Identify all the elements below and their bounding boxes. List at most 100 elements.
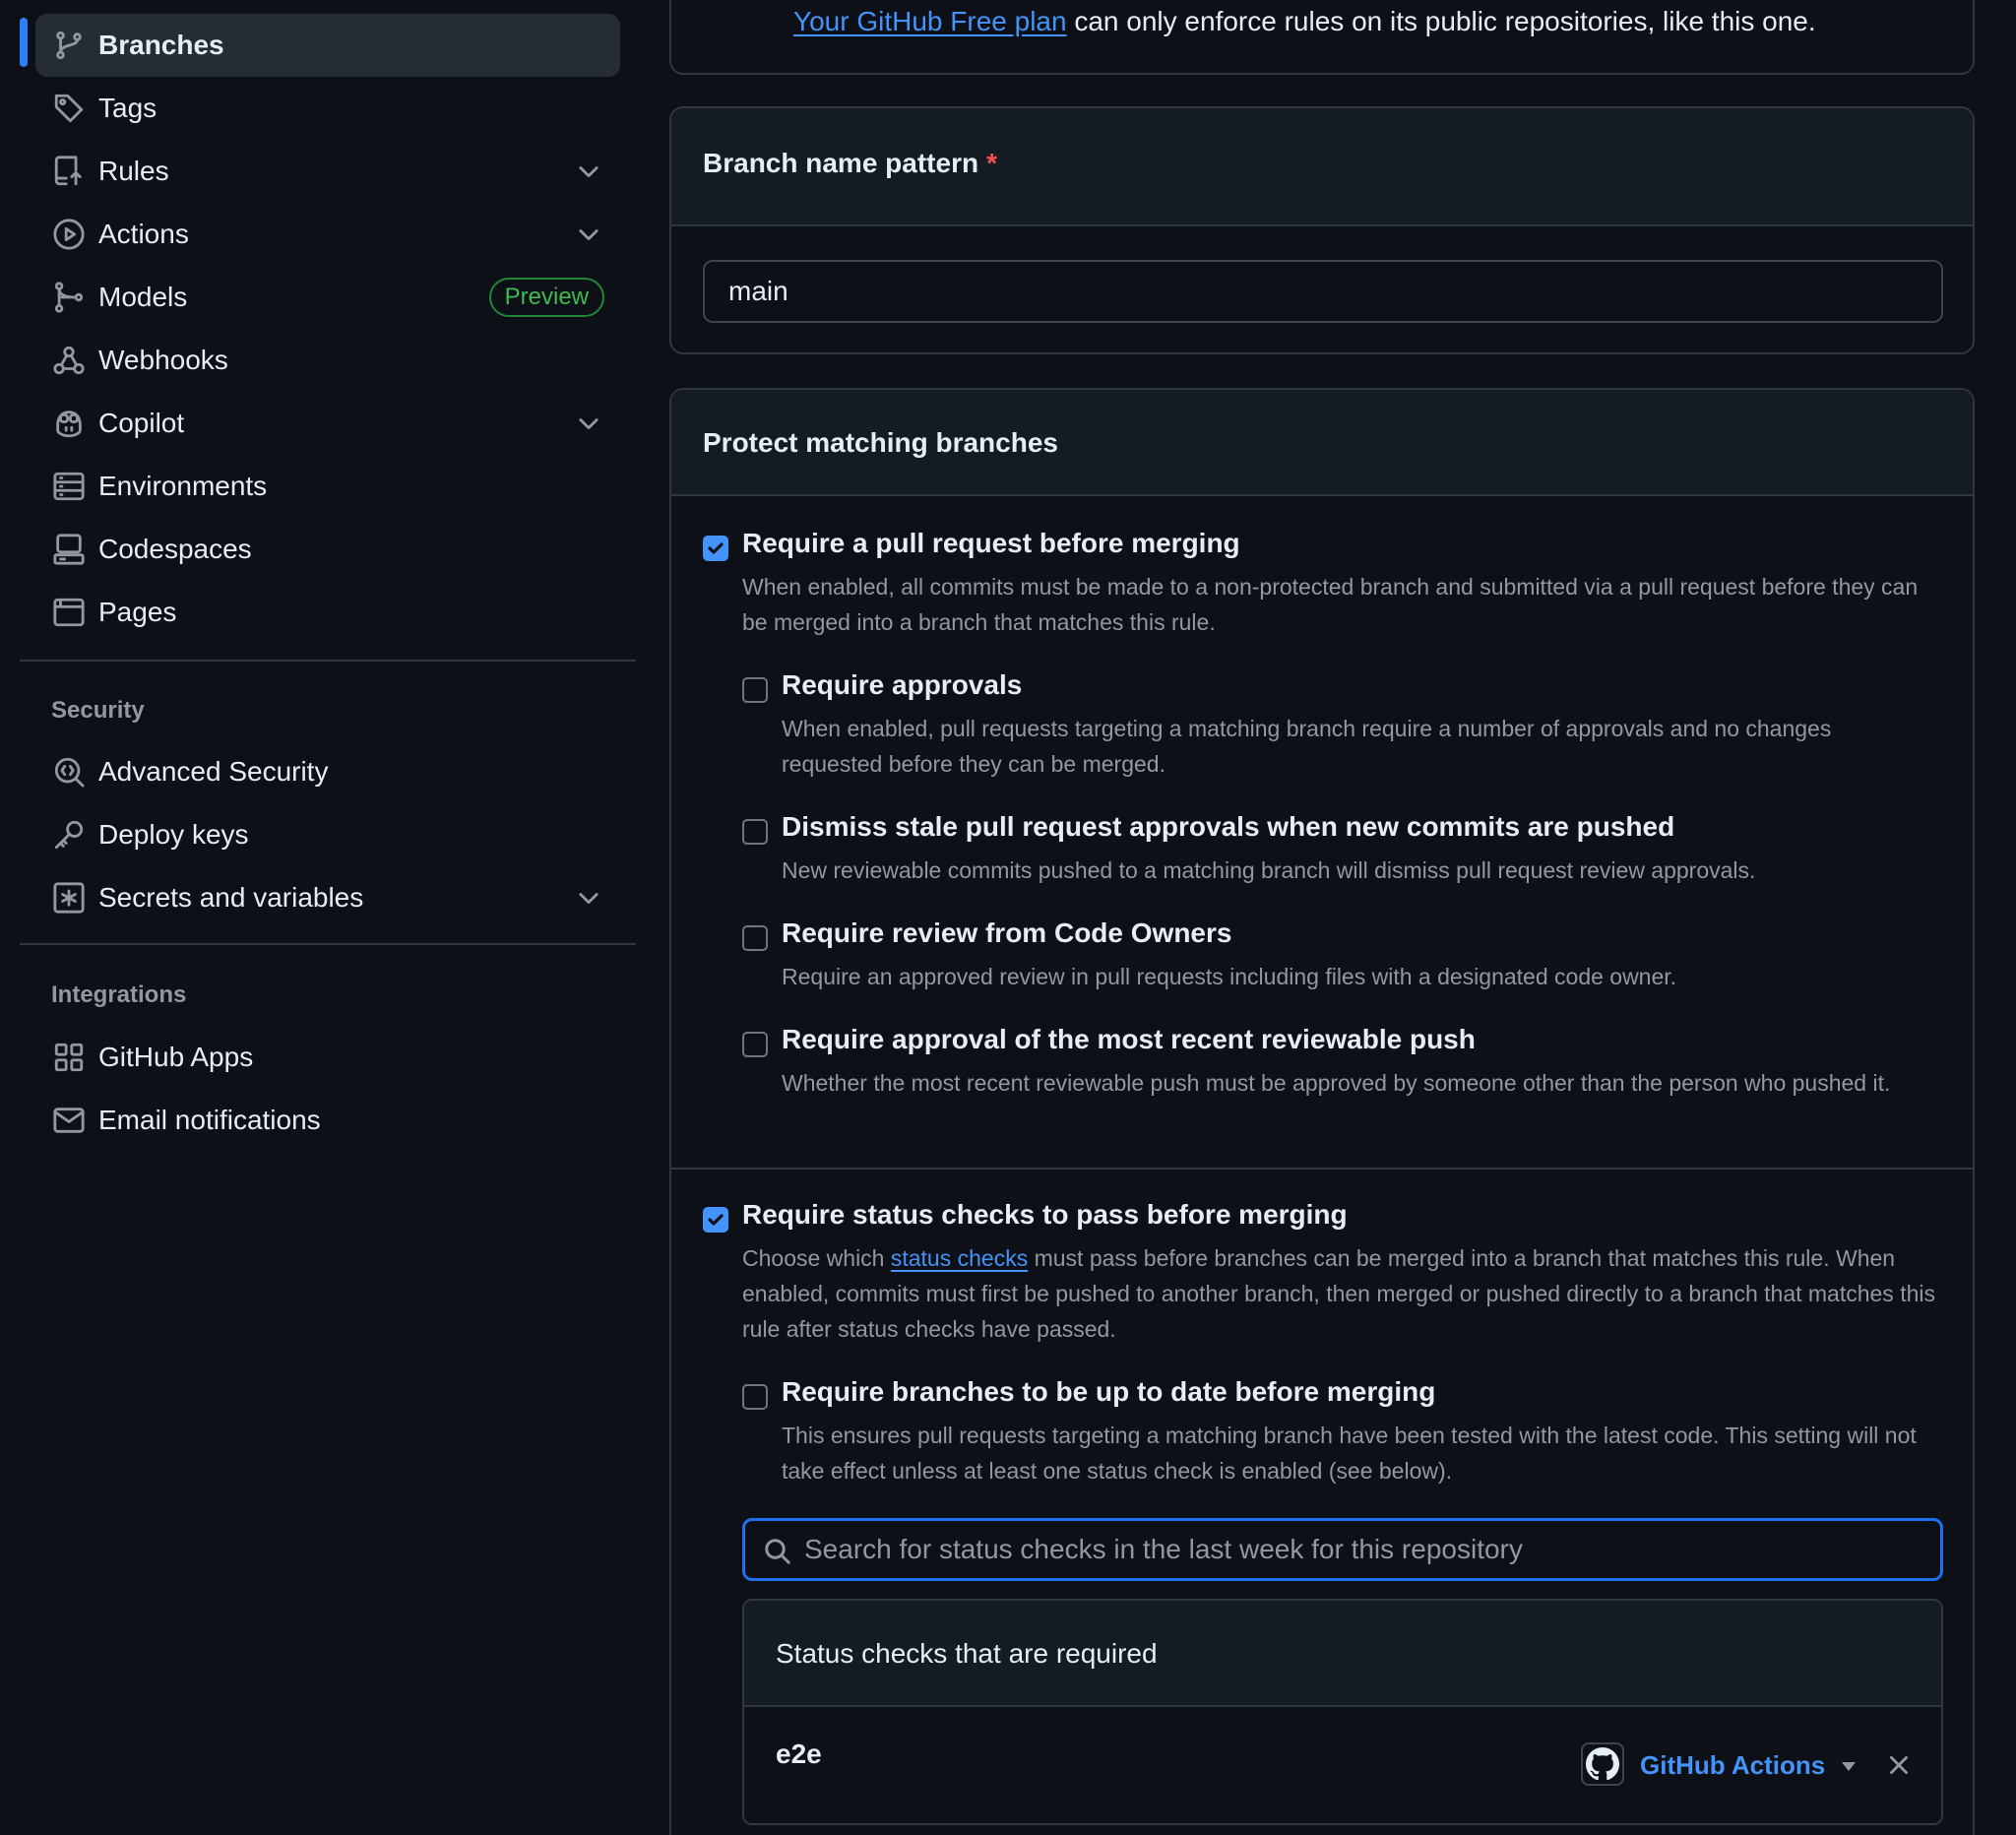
require-last-push-approval-checkbox[interactable] xyxy=(742,1032,768,1057)
preview-badge: Preview xyxy=(488,278,604,317)
close-icon[interactable] xyxy=(1886,1752,1912,1778)
require-last-push-approval-desc: Whether the most recent reviewable push … xyxy=(782,1070,1891,1096)
codescan-icon xyxy=(51,754,87,790)
branch-pattern-input[interactable] xyxy=(703,260,1943,323)
sidebar-item-environments[interactable]: Environments xyxy=(35,455,620,518)
protect-branches-title: Protect matching branches xyxy=(703,427,1058,458)
browser-icon xyxy=(51,595,87,630)
require-code-owner-review-label: Require review from Code Owners xyxy=(782,918,1232,948)
chevron-down-icon[interactable] xyxy=(575,158,602,185)
sidebar-item-label: Environments xyxy=(98,471,268,501)
codespaces-icon xyxy=(51,532,87,567)
protect-branches-section: Protect matching branches Require a pull… xyxy=(669,388,1975,1835)
dismiss-stale-approvals-desc: New reviewable commits pushed to a match… xyxy=(782,857,1756,883)
sidebar-item-secrets-and-variables[interactable]: Secrets and variables xyxy=(35,866,620,929)
plan-notice-text: Your GitHub Free plan can only enforce r… xyxy=(793,6,1816,37)
sidebar-item-label: Secrets and variables xyxy=(98,882,364,913)
required-status-checks-header: Status checks that are required xyxy=(744,1601,1941,1707)
asterisk-box-icon xyxy=(51,880,87,916)
server-icon xyxy=(51,469,87,504)
require-last-push-approval-label: Require approval of the most recent revi… xyxy=(782,1024,1476,1054)
status-check-app-selector[interactable]: GitHub Actions xyxy=(1640,1750,1825,1781)
sidebar-item-rules[interactable]: Rules xyxy=(35,140,620,203)
sidebar-item-label: Webhooks xyxy=(98,345,228,375)
require-status-checks-checkbox[interactable] xyxy=(703,1207,728,1233)
webhook-icon xyxy=(51,343,87,378)
branch-pattern-title-text: Branch name pattern xyxy=(703,148,979,178)
chevron-down-icon[interactable] xyxy=(575,221,602,248)
mail-icon xyxy=(51,1103,87,1138)
models-icon xyxy=(51,280,87,315)
free-plan-link[interactable]: Your GitHub Free plan xyxy=(793,6,1067,36)
security-heading: Security xyxy=(51,697,145,724)
require-pull-request-label: Require a pull request before merging xyxy=(742,528,1240,558)
sidebar-item-pages[interactable]: Pages xyxy=(35,581,620,644)
settings-sidebar: Branches Tags Rules Actions Models Previ… xyxy=(0,0,650,1835)
dismiss-stale-approvals-label: Dismiss stale pull request approvals whe… xyxy=(782,811,1675,842)
sidebar-item-tags[interactable]: Tags xyxy=(35,77,620,140)
play-icon xyxy=(51,217,87,252)
sidebar-item-label: Advanced Security xyxy=(98,756,329,787)
search-icon xyxy=(763,1537,792,1566)
sidebar-item-label: Email notifications xyxy=(98,1105,321,1135)
key-icon xyxy=(51,817,87,853)
status-checks-link[interactable]: status checks xyxy=(891,1245,1028,1271)
checkmark-icon xyxy=(708,542,724,554)
required-status-checks-title: Status checks that are required xyxy=(776,1638,1158,1669)
sidebar-item-github-apps[interactable]: GitHub Apps xyxy=(35,1026,620,1089)
apps-icon xyxy=(51,1040,87,1075)
github-logo-icon xyxy=(1581,1742,1624,1786)
sidebar-item-label: GitHub Apps xyxy=(98,1042,254,1072)
caret-down-icon[interactable] xyxy=(1839,1758,1858,1774)
require-approvals-label: Require approvals xyxy=(782,669,1023,700)
required-marker: * xyxy=(986,148,997,178)
copilot-icon xyxy=(51,406,87,441)
status-check-search[interactable] xyxy=(742,1518,1943,1581)
integrations-heading: Integrations xyxy=(51,981,187,1008)
require-approvals-checkbox[interactable] xyxy=(742,677,768,703)
repo-push-icon xyxy=(51,154,87,189)
plan-notice-message: can only enforce rules on its public rep… xyxy=(1066,6,1816,36)
chevron-down-icon[interactable] xyxy=(575,884,602,912)
branch-pattern-section: Branch name pattern * xyxy=(669,106,1975,354)
sidebar-item-label: Codespaces xyxy=(98,534,252,564)
sidebar-item-label: Pages xyxy=(98,597,177,627)
sidebar-item-codespaces[interactable]: Codespaces xyxy=(35,518,620,581)
sidebar-divider xyxy=(20,660,636,662)
active-indicator xyxy=(20,18,28,67)
plan-notice: Your GitHub Free plan can only enforce r… xyxy=(669,0,1975,75)
branch-pattern-header: Branch name pattern * xyxy=(671,108,1973,226)
sidebar-item-models[interactable]: Models Preview xyxy=(35,266,620,329)
require-code-owner-review-desc: Require an approved review in pull reque… xyxy=(782,964,1677,989)
sidebar-item-branches[interactable]: Branches xyxy=(35,14,620,77)
require-pull-request-checkbox[interactable] xyxy=(703,536,728,561)
required-status-checks: Status checks that are required e2e GitH… xyxy=(742,1599,1943,1825)
require-up-to-date-desc: This ensures pull requests targeting a m… xyxy=(782,1423,1917,1484)
require-pull-request-desc: When enabled, all commits must be made t… xyxy=(742,574,1919,635)
sidebar-item-label: Deploy keys xyxy=(98,819,249,850)
sidebar-item-copilot[interactable]: Copilot xyxy=(35,392,620,455)
status-checks-desc-start: Choose which xyxy=(742,1245,891,1271)
status-check-search-input[interactable] xyxy=(804,1521,1926,1578)
sidebar-item-label: Actions xyxy=(98,219,189,249)
require-approvals-desc: When enabled, pull requests targeting a … xyxy=(782,716,1832,777)
require-up-to-date-checkbox[interactable] xyxy=(742,1384,768,1410)
sidebar-item-label: Branches xyxy=(98,30,224,60)
require-code-owner-review-checkbox[interactable] xyxy=(742,925,768,951)
require-status-checks-label: Require status checks to pass before mer… xyxy=(742,1199,1348,1230)
checkmark-icon xyxy=(708,1214,724,1226)
sidebar-item-deploy-keys[interactable]: Deploy keys xyxy=(35,803,620,866)
status-check-name: e2e xyxy=(776,1739,822,1769)
chevron-down-icon[interactable] xyxy=(575,410,602,437)
tag-icon xyxy=(51,91,87,126)
sidebar-item-email-notifications[interactable]: Email notifications xyxy=(35,1089,620,1152)
sidebar-item-webhooks[interactable]: Webhooks xyxy=(35,329,620,392)
sidebar-item-label: Copilot xyxy=(98,408,185,438)
sidebar-divider xyxy=(20,943,636,945)
sidebar-item-actions[interactable]: Actions xyxy=(35,203,620,266)
dismiss-stale-approvals-checkbox[interactable] xyxy=(742,819,768,845)
sidebar-item-advanced-security[interactable]: Advanced Security xyxy=(35,740,620,803)
git-branch-icon xyxy=(51,28,87,63)
sidebar-item-label: Tags xyxy=(98,93,158,123)
section-divider xyxy=(671,1168,1973,1170)
